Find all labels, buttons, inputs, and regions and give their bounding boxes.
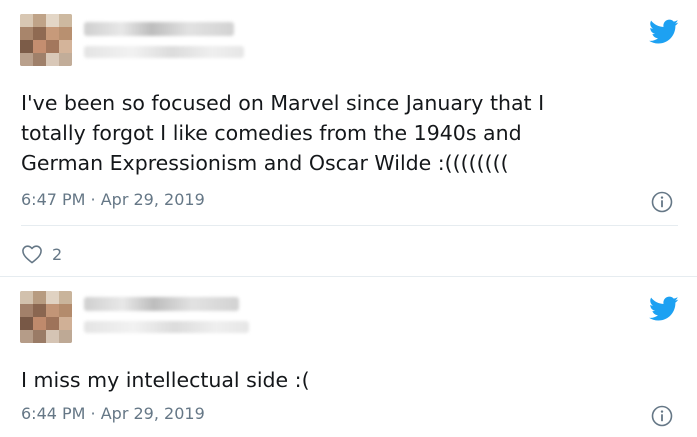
tweet-text: I've been so focused on Marvel since Jan… bbox=[21, 91, 545, 175]
author-handle-blurred[interactable] bbox=[84, 321, 249, 333]
tweet-card-1: I've been so focused on Marvel since Jan… bbox=[0, 0, 697, 276]
twitter-bird-icon bbox=[649, 296, 679, 321]
twitter-bird-icon bbox=[649, 19, 679, 44]
tweet-inner-divider bbox=[21, 225, 678, 226]
tweet-timestamp[interactable]: 6:47 PM · Apr 29, 2019 bbox=[21, 190, 205, 209]
info-icon[interactable] bbox=[651, 191, 673, 213]
info-icon[interactable] bbox=[651, 405, 673, 427]
author-handle-blurred[interactable] bbox=[84, 46, 244, 58]
tweet-card-2: I miss my intellectual side :( 6:44 PM ·… bbox=[0, 277, 697, 437]
avatar[interactable] bbox=[20, 14, 72, 66]
like-count: 2 bbox=[52, 244, 63, 264]
author-name-blurred[interactable] bbox=[84, 297, 239, 311]
like-button[interactable]: 2 bbox=[21, 244, 62, 264]
tweet-timestamp[interactable]: 6:44 PM · Apr 29, 2019 bbox=[21, 404, 205, 423]
heart-icon bbox=[22, 245, 42, 264]
tweet-text: I miss my intellectual side :( bbox=[21, 368, 310, 392]
author-name-blurred[interactable] bbox=[84, 22, 234, 36]
avatar[interactable] bbox=[20, 291, 72, 343]
